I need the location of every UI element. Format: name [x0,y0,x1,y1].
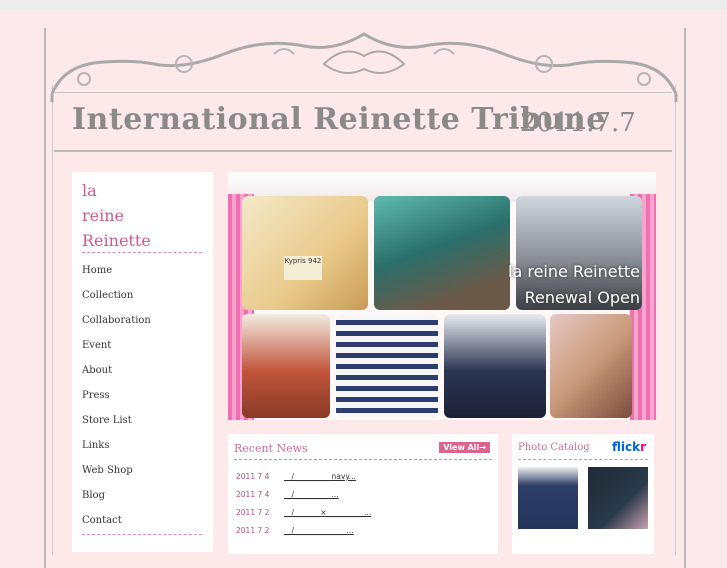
view-all-button[interactable]: View All→ [439,442,490,453]
news-link[interactable]: __/__________... [284,490,339,499]
issue-date: 2011.7.7 [520,108,636,138]
news-date: 2011 7 2 [236,526,270,535]
nav-item-web-shop[interactable]: Web Shop [82,458,151,483]
news-date: 2011 7 2 [236,508,270,517]
hero-banner[interactable]: Kypris 942 la reine Reinette Renewal Ope… [228,172,656,420]
header-rule-bottom [54,150,672,152]
flickr-logo-pink: r [640,440,646,454]
catalog-thumb[interactable] [588,467,648,529]
divider [518,459,648,460]
news-item[interactable]: 2011 7 2 __/______________... [236,526,354,535]
hero-photo-store-interior [374,196,510,310]
hero-photo-accessories [550,314,632,418]
divider [82,534,202,535]
catalog-thumb[interactable] [518,467,578,529]
flickr-logo[interactable]: flickr [612,440,646,454]
news-item[interactable]: 2011 7 2 __/_______×__________... [236,508,371,517]
news-link[interactable]: __/_______×__________... [284,508,371,517]
catalog-title: Photo Catalog [518,442,590,453]
hero-photo-red-pants [242,314,330,418]
hero-photo-striped-sweater [336,314,438,418]
news-date: 2011 7 4 [236,490,270,499]
sidebar-nav: Home Collection Collaboration Event Abou… [82,258,151,533]
news-item[interactable]: 2011 7 4 __/__________... [236,490,339,499]
logo-line: reine [82,206,125,225]
hero-caption-line2: Renewal Open [524,288,640,307]
nav-item-links[interactable]: Links [82,433,151,458]
nav-item-event[interactable]: Event [82,333,151,358]
photo-catalog-panel: Photo Catalog flickr [512,434,654,554]
logo-line: la [82,181,97,200]
divider [82,252,202,253]
nav-item-blog[interactable]: Blog [82,483,151,508]
mannequin-tag: Kypris 942 [284,256,322,280]
flickr-logo-blue: flick [611,440,641,454]
nav-item-collaboration[interactable]: Collaboration [82,308,151,333]
nav-item-about[interactable]: About [82,358,151,383]
browser-top-strip [0,0,727,10]
brand-logo[interactable]: la reine Reinette [82,178,151,253]
hero-caption-line1: la reine Reinette [508,262,640,281]
nav-item-contact[interactable]: Contact [82,508,151,533]
recent-news-panel: Recent News View All→ 2011 7 4 __/_______… [228,434,498,554]
nav-item-home[interactable]: Home [82,258,151,283]
nav-item-store-list[interactable]: Store List [82,408,151,433]
sidebar: la reine Reinette Home Collection Collab… [72,172,213,552]
nav-item-collection[interactable]: Collection [82,283,151,308]
header-rule-top [54,92,672,93]
news-item[interactable]: 2011 7 4 __/__________navy... [236,472,356,481]
news-link[interactable]: __/______________... [284,526,354,535]
news-title: Recent News [234,442,308,455]
news-link[interactable]: __/__________navy... [284,472,356,481]
divider [234,459,492,460]
logo-line: Reinette [82,231,151,250]
news-date: 2011 7 4 [236,472,270,481]
nav-item-press[interactable]: Press [82,383,151,408]
hero-photo-navy-top [444,314,546,418]
hero-photo-mannequin: Kypris 942 [242,196,368,310]
